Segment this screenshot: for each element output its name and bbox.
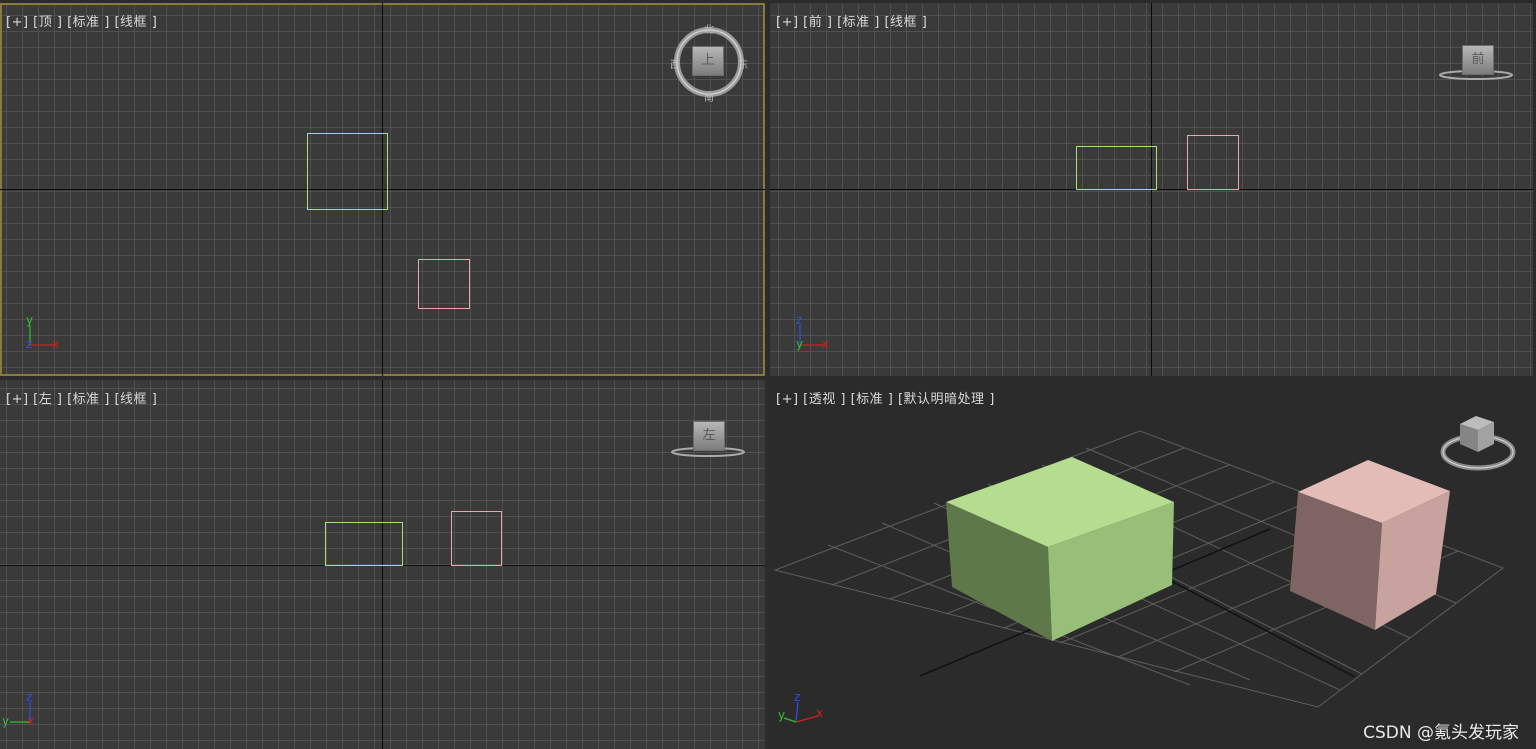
viewport-label[interactable]: [+] [透视 ] [标准 ] [默认明暗处理 ] (776, 388, 995, 407)
pink-box-wireframe[interactable] (1187, 135, 1239, 190)
axis-tripod: y z x (22, 313, 68, 355)
viewcube-face[interactable]: 上 (692, 46, 724, 76)
axis-x-label: x (816, 706, 824, 720)
viewcube-face-label: 上 (701, 53, 715, 68)
axis-y-label: y (2, 714, 10, 728)
axis-x-label: x (822, 337, 830, 351)
viewcube-face[interactable]: 左 (693, 421, 725, 451)
pink-box-wireframe[interactable] (418, 259, 470, 309)
viewcube-face[interactable]: 前 (1462, 45, 1494, 75)
compass-west: 西 (670, 60, 680, 71)
viewport-label[interactable]: [+] [顶 ] [标准 ] [线框 ] (6, 11, 157, 30)
green-box-wireframe[interactable] (307, 133, 388, 210)
axis-x-label: x (52, 337, 60, 351)
viewport-label[interactable]: [+] [左 ] [标准 ] [线框 ] (6, 388, 157, 407)
viewport-top[interactable]: [+] [顶 ] [标准 ] [线框 ] 上 北 南 西 东 y z x (0, 3, 765, 376)
axis-tripod: z y x (792, 313, 838, 355)
axis-tripod: z y x (2, 690, 48, 730)
axis-tripod: z y x (778, 688, 828, 730)
axis-z-label: z (26, 690, 33, 704)
watermark: CSDN @氪头发玩家 (1363, 723, 1519, 743)
green-box[interactable] (946, 457, 1174, 641)
axis-y-label: y (778, 708, 786, 722)
viewport-label[interactable]: [+] [前 ] [标准 ] [线框 ] (776, 11, 927, 30)
viewcube-3d[interactable] (1440, 410, 1518, 474)
viewcube[interactable]: 前 (1436, 41, 1516, 85)
pink-box-wireframe[interactable] (451, 511, 502, 566)
axis-y-label: y (796, 337, 804, 351)
viewport-perspective[interactable]: [+] [透视 ] [标准 ] [默认明暗处理 ] z y x CSDN @氪头… (770, 380, 1533, 749)
viewcube-compass[interactable]: 上 北 南 西 东 (670, 25, 748, 104)
compass-east: 东 (738, 60, 748, 71)
green-box-wireframe[interactable] (325, 522, 403, 566)
viewcube[interactable]: 左 (668, 418, 748, 462)
compass-north: 北 (704, 25, 714, 36)
green-box-wireframe[interactable] (1076, 146, 1157, 190)
compass-south: 南 (704, 93, 714, 104)
viewcube-face-label: 左 (702, 428, 716, 443)
viewport-left[interactable]: [+] [左 ] [标准 ] [线框 ] 左 z y x (0, 380, 765, 749)
pink-box[interactable] (1290, 460, 1450, 630)
axis-y-label: y (26, 313, 34, 327)
perspective-scene (773, 430, 1505, 708)
axis-x-label: x (27, 714, 35, 728)
viewport-front[interactable]: [+] [前 ] [标准 ] [线框 ] 前 z y x (770, 3, 1533, 376)
axis-z-label: z (26, 337, 33, 351)
viewcube-face-label: 前 (1471, 52, 1485, 67)
viewport-layout: [+] [顶 ] [标准 ] [线框 ] 上 北 南 西 东 y z x [+]… (0, 0, 1536, 749)
axis-z-label: z (796, 313, 803, 327)
axis-z-label: z (794, 690, 801, 704)
